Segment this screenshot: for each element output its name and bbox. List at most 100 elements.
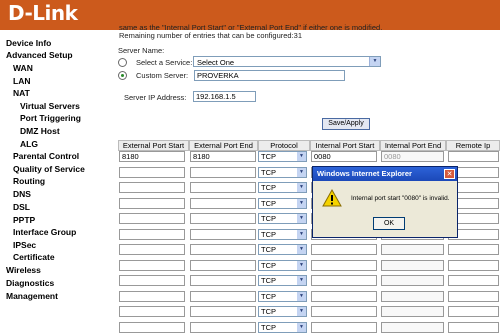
sidebar-item-pptp[interactable]: PPTP <box>13 215 35 225</box>
protocol-select[interactable]: TCP ▼ <box>258 151 307 162</box>
remaining-entries-text: Remaining number of entries that can be … <box>119 31 303 40</box>
custom-server-radio[interactable] <box>118 71 127 80</box>
protocol-select-value: TCP <box>261 307 276 316</box>
internal-port-end-input[interactable] <box>381 275 444 286</box>
sidebar-item-advanced-setup[interactable]: Advanced Setup <box>6 50 73 60</box>
protocol-select[interactable]: TCP ▼ <box>258 167 307 178</box>
external-port-end-input[interactable] <box>190 167 256 178</box>
sidebar-item-dns[interactable]: DNS <box>13 189 31 199</box>
external-port-end-input[interactable] <box>190 182 256 193</box>
select-service-radio[interactable] <box>118 58 127 67</box>
sidebar-item-virtual-servers[interactable]: Virtual Servers <box>20 101 80 111</box>
external-port-start-input[interactable] <box>119 229 185 240</box>
external-port-start-input[interactable]: 8180 <box>119 151 185 162</box>
sidebar-item-interface-group[interactable]: Interface Group <box>13 227 76 237</box>
internal-port-end-input[interactable] <box>381 260 444 271</box>
external-port-start-input[interactable] <box>119 291 185 302</box>
protocol-select[interactable]: TCP ▼ <box>258 260 307 271</box>
sidebar-item-device-info[interactable]: Device Info <box>6 38 51 48</box>
external-port-end-input[interactable] <box>190 260 256 271</box>
external-port-start-input[interactable] <box>119 260 185 271</box>
sidebar-item-routing[interactable]: Routing <box>13 176 45 186</box>
dialog-message: Internal port start "0080" is invalid. <box>351 195 450 202</box>
external-port-start-input[interactable] <box>119 306 185 317</box>
sidebar-item-dsl[interactable]: DSL <box>13 202 30 212</box>
internal-port-start-input[interactable] <box>311 291 377 302</box>
remote-ip-input[interactable] <box>448 291 499 302</box>
close-icon[interactable]: ✕ <box>444 169 455 179</box>
save-apply-button[interactable]: Save/Apply <box>322 118 370 130</box>
sidebar-item-ipsec[interactable]: IPSec <box>13 240 36 250</box>
protocol-select[interactable]: TCP ▼ <box>258 229 307 240</box>
protocol-select[interactable]: TCP ▼ <box>258 244 307 255</box>
protocol-select[interactable]: TCP ▼ <box>258 306 307 317</box>
external-port-start-input[interactable] <box>119 213 185 224</box>
protocol-select[interactable]: TCP ▼ <box>258 275 307 286</box>
sidebar-item-quality-of-service[interactable]: Quality of Service <box>13 164 85 174</box>
internal-port-end-input[interactable] <box>381 322 444 333</box>
internal-port-start-input[interactable] <box>311 322 377 333</box>
protocol-select[interactable]: TCP ▼ <box>258 198 307 209</box>
external-port-end-input[interactable] <box>190 275 256 286</box>
internal-port-start-input[interactable] <box>311 244 377 255</box>
internal-port-start-input[interactable] <box>311 275 377 286</box>
external-port-end-input[interactable] <box>190 291 256 302</box>
sidebar-item-wan[interactable]: WAN <box>13 63 33 73</box>
external-port-start-input[interactable] <box>119 322 185 333</box>
external-port-start-input[interactable] <box>119 182 185 193</box>
sidebar-item-port-triggering[interactable]: Port Triggering <box>20 113 81 123</box>
external-port-end-input[interactable] <box>190 229 256 240</box>
sidebar-item-management[interactable]: Management <box>6 291 58 301</box>
remote-ip-input[interactable] <box>448 275 499 286</box>
remote-ip-input[interactable] <box>448 151 499 162</box>
sidebar-item-dmz-host[interactable]: DMZ Host <box>20 126 60 136</box>
sidebar-item-certificate[interactable]: Certificate <box>13 252 55 262</box>
protocol-select-value: TCP <box>261 245 276 254</box>
internal-port-end-input[interactable] <box>381 306 444 317</box>
internal-port-end-input[interactable] <box>381 291 444 302</box>
external-port-end-input[interactable]: 8180 <box>190 151 256 162</box>
external-port-start-input[interactable] <box>119 198 185 209</box>
sidebar-item-diagnostics[interactable]: Diagnostics <box>6 278 54 288</box>
server-ip-label: Server IP Address: <box>124 93 187 102</box>
remote-ip-input[interactable] <box>448 322 499 333</box>
internal-port-start-input[interactable]: 0080 <box>311 151 377 162</box>
protocol-select-value: TCP <box>261 199 276 208</box>
external-port-end-input[interactable] <box>190 198 256 209</box>
ok-button[interactable]: OK <box>373 217 405 230</box>
custom-server-input[interactable]: PROVERKA <box>194 70 345 81</box>
sidebar-item-nat[interactable]: NAT <box>13 88 30 98</box>
chevron-down-icon: ▼ <box>297 183 306 192</box>
sidebar-item-lan[interactable]: LAN <box>13 76 30 86</box>
external-port-end-input[interactable] <box>190 213 256 224</box>
warning-icon <box>322 189 342 207</box>
sidebar-item-wireless[interactable]: Wireless <box>6 265 41 275</box>
external-port-start-input[interactable] <box>119 244 185 255</box>
external-port-end-input[interactable] <box>190 322 256 333</box>
external-port-start-input[interactable] <box>119 275 185 286</box>
internal-port-end-input[interactable]: 0080 <box>381 151 444 162</box>
internal-port-start-input[interactable] <box>311 260 377 271</box>
server-ip-input[interactable]: 192.168.1.5 <box>193 91 256 102</box>
chevron-down-icon: ▼ <box>297 307 306 316</box>
chevron-down-icon: ▼ <box>297 214 306 223</box>
chevron-down-icon: ▼ <box>297 152 306 161</box>
external-port-end-input[interactable] <box>190 306 256 317</box>
external-port-end-input[interactable] <box>190 244 256 255</box>
remote-ip-input[interactable] <box>448 306 499 317</box>
select-service-label: Select a Service: <box>136 58 193 67</box>
sidebar-item-parental-control[interactable]: Parental Control <box>13 151 79 161</box>
protocol-select-value: TCP <box>261 152 276 161</box>
remote-ip-input[interactable] <box>448 260 499 271</box>
protocol-select[interactable]: TCP ▼ <box>258 182 307 193</box>
service-select[interactable]: Select One ▼ <box>193 56 381 67</box>
protocol-select[interactable]: TCP ▼ <box>258 213 307 224</box>
protocol-select[interactable]: TCP ▼ <box>258 322 307 333</box>
sidebar-item-alg[interactable]: ALG <box>20 139 38 149</box>
external-port-start-input[interactable] <box>119 167 185 178</box>
protocol-select[interactable]: TCP ▼ <box>258 291 307 302</box>
internal-port-end-input[interactable] <box>381 244 444 255</box>
internal-port-start-input[interactable] <box>311 306 377 317</box>
service-select-value: Select One <box>197 58 235 67</box>
remote-ip-input[interactable] <box>448 244 499 255</box>
